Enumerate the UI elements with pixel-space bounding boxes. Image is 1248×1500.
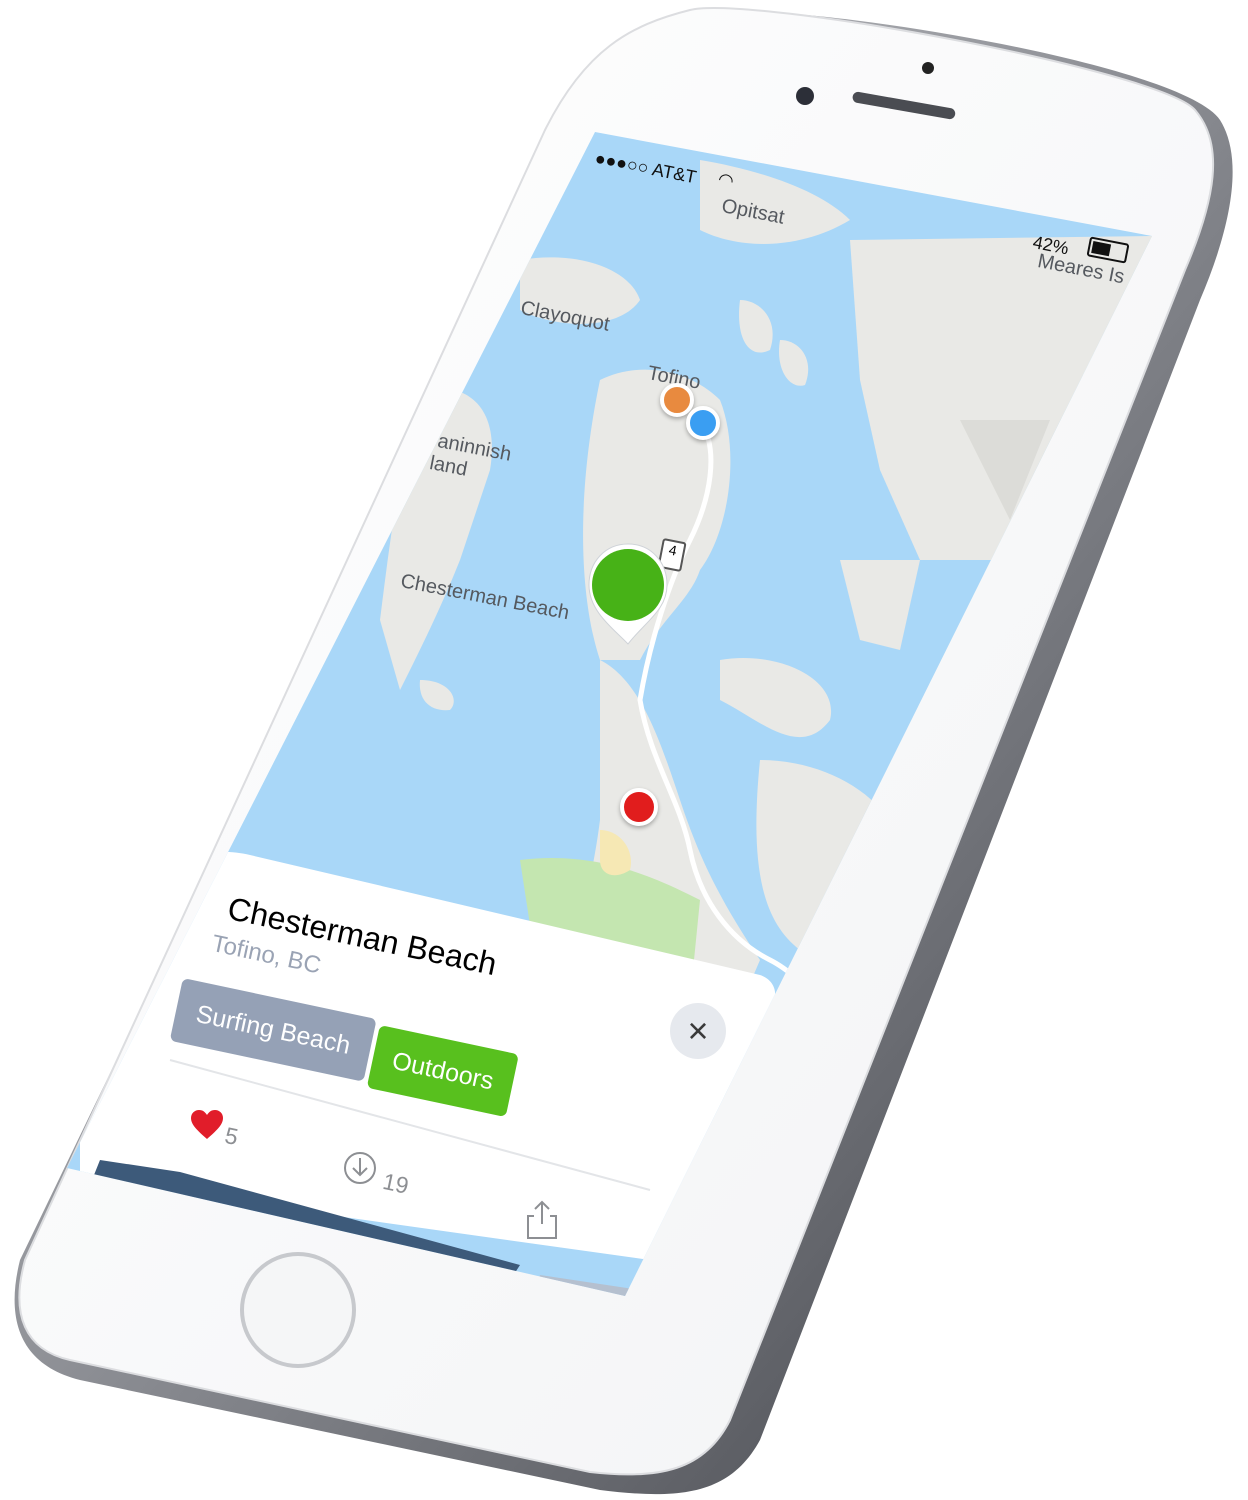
map-pin-blue[interactable]: [686, 406, 720, 440]
home-button: [240, 1252, 356, 1368]
like-button[interactable]: [190, 1110, 224, 1145]
share-icon: [527, 1200, 557, 1239]
heart-icon: [191, 1110, 223, 1139]
close-icon: ×: [687, 1010, 709, 1051]
phone-body: [14, 7, 1233, 1495]
download-count: 19: [380, 1168, 412, 1199]
share-button[interactable]: [522, 1198, 562, 1247]
front-camera-dot: [922, 62, 934, 74]
map-pin-selected-green[interactable]: [585, 540, 671, 650]
download-icon: [344, 1152, 376, 1184]
download-button[interactable]: [342, 1150, 378, 1191]
map-pin-red[interactable]: [620, 788, 658, 826]
close-button[interactable]: ×: [670, 1003, 726, 1059]
